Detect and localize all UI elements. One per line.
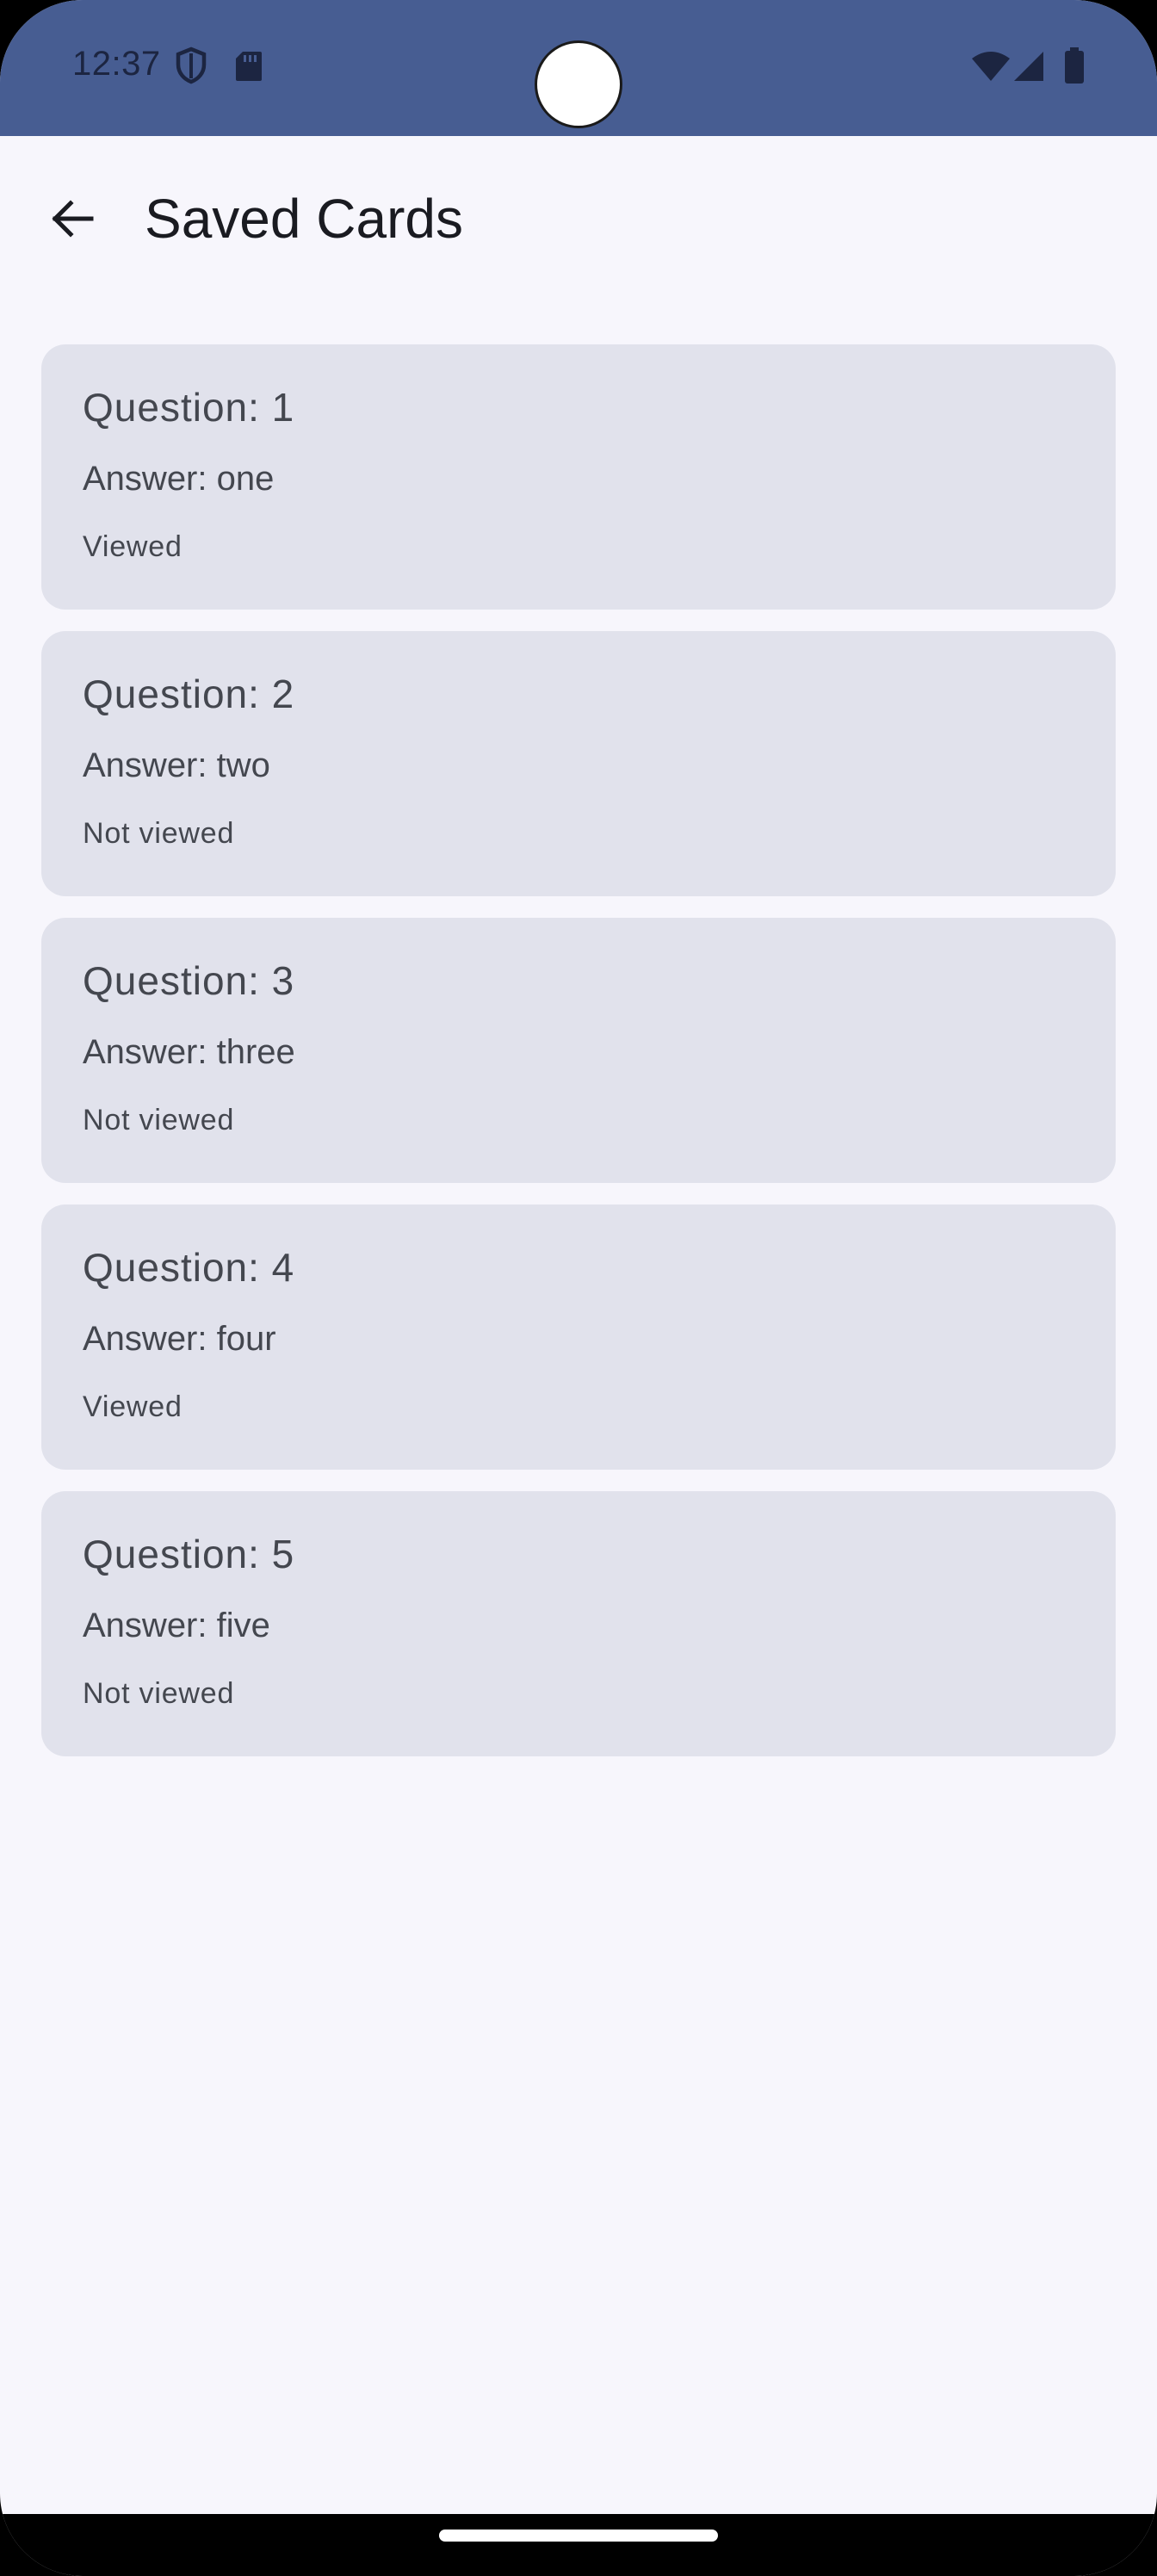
card-viewed-status: Viewed [83,1390,183,1423]
card-viewed-status: Not viewed [83,1677,235,1710]
status-time: 12:37 [72,45,161,83]
back-button[interactable] [31,179,114,262]
card-question: Question: 2 [83,672,295,716]
saved-card-5[interactable]: Question: 5 Answer: five Not viewed [41,1491,1116,1756]
home-gesture-handle[interactable] [439,2530,718,2542]
card-question: Question: 4 [83,1245,295,1290]
card-answer: Answer: five [83,1607,270,1644]
card-answer: Answer: four [83,1320,276,1358]
saved-card-1[interactable]: Question: 1 Answer: one Viewed [41,344,1116,610]
wifi-icon [971,52,1011,87]
front-camera [537,43,620,126]
saved-cards-list: Question: 1 Answer: one Viewed Question:… [41,344,1116,1778]
saved-card-4[interactable]: Question: 4 Answer: four Viewed [41,1204,1116,1470]
shield-icon [176,46,207,89]
top-app-bar: Saved Cards [0,136,1157,300]
phone-screen: 12:37 Saved Cards Question: 1 Answer: on… [0,0,1157,2576]
arrow-back-icon [48,195,96,247]
sd-card-icon [234,50,263,87]
page-title: Saved Cards [145,188,463,250]
saved-card-2[interactable]: Question: 2 Answer: two Not viewed [41,631,1116,896]
cell-signal-icon [1012,50,1045,87]
status-bar: 12:37 [0,0,1157,136]
card-question: Question: 3 [83,958,295,1003]
saved-card-3[interactable]: Question: 3 Answer: three Not viewed [41,918,1116,1183]
card-viewed-status: Not viewed [83,1104,235,1136]
card-question: Question: 1 [83,385,295,430]
card-viewed-status: Viewed [83,530,183,563]
gesture-nav-bar [0,2514,1157,2576]
card-question: Question: 5 [83,1532,295,1576]
card-viewed-status: Not viewed [83,817,235,850]
card-answer: Answer: three [83,1033,295,1071]
card-answer: Answer: two [83,746,270,784]
battery-icon [1064,46,1085,89]
card-answer: Answer: one [83,460,275,498]
